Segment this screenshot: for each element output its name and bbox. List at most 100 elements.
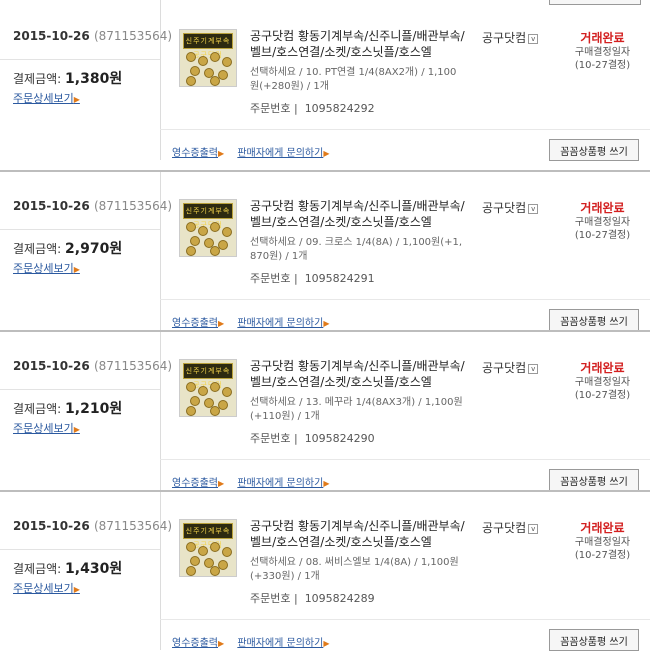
order-date: 2015-10-26 (871153564)	[13, 199, 173, 213]
payment-amount: 결제금액: 1,380원	[13, 71, 123, 87]
right-triangle-icon: ▶	[323, 639, 330, 648]
row-separator	[0, 330, 650, 332]
order-date: 2015-10-26 (871153564)	[13, 519, 173, 533]
action-links: 영수증출력▶ 판매자에게 문의하기▶	[172, 474, 339, 489]
payment-value: 1,380원	[65, 71, 123, 87]
seller-inquiry-link[interactable]: 판매자에게 문의하기	[237, 318, 323, 329]
thumbnail-logo: 신주기계부속 공구닷컴	[183, 523, 233, 549]
product-number: 주문번호 | 1095824290	[250, 432, 375, 445]
order-date: 2015-10-26 (871153564)	[13, 29, 173, 43]
write-review-button[interactable]: 꼼꼼상품평 쓰기	[549, 139, 639, 161]
payment-amount: 결제금액: 1,430원	[13, 561, 123, 577]
order-row: 2015-10-26 (871153564) 결제금액: 1,210원 주문상세…	[0, 330, 650, 491]
status-sub: 구매결정일자	[574, 377, 631, 388]
chevron-down-icon[interactable]: v	[528, 363, 539, 374]
seller-inquiry-link[interactable]: 판매자에게 문의하기	[237, 478, 323, 489]
divider	[0, 389, 160, 390]
payment-amount: 결제금액: 1,210원	[13, 401, 123, 417]
product-number: 주문번호 | 1095824292	[250, 102, 375, 115]
action-links: 영수증출력▶ 판매자에게 문의하기▶	[172, 634, 339, 649]
product-number: 주문번호 | 1095824289	[250, 592, 375, 605]
product-number: 주문번호 | 1095824291	[250, 272, 375, 285]
status-label: 거래완료	[580, 521, 625, 535]
status-label: 거래완료	[580, 361, 625, 375]
row-separator	[0, 170, 650, 172]
right-triangle-icon: ▶	[323, 319, 330, 328]
status-sub: 구매결정일자	[574, 537, 631, 548]
status-label: 거래완료	[580, 201, 625, 215]
divider	[0, 549, 160, 550]
write-review-button[interactable]: 꼼꼼상품평 쓰기	[549, 309, 639, 331]
column-divider	[160, 332, 161, 490]
product-name-link[interactable]: 공구닷컴 황동기계부속/신주니플/배관부속/벨브/호스연결/소켓/호스닛플/호스…	[250, 358, 465, 390]
order-detail-link[interactable]: 주문상세보기▶	[13, 90, 80, 106]
status-date: (10-27결정)	[574, 60, 631, 71]
order-detail-link[interactable]: 주문상세보기▶	[13, 260, 80, 276]
seller-name[interactable]: 공구닷컴 v	[482, 29, 539, 46]
status-date: (10-27결정)	[574, 230, 631, 241]
right-triangle-icon: ▶	[73, 585, 80, 594]
product-option: 선택하세요 / 13. 메꾸라 1/4(8AX3개) / 1,100원(+110…	[250, 397, 463, 422]
payment-value: 1,430원	[65, 561, 123, 577]
order-row: 2015-10-26 (871153564) 결제금액: 2,970원 주문상세…	[0, 170, 650, 331]
seller-name[interactable]: 공구닷컴 v	[482, 359, 539, 376]
product-thumbnail[interactable]: 신주기계부속 공구닷컴	[179, 519, 237, 577]
write-review-button[interactable]: 꼼꼼상품평 쓰기	[549, 469, 639, 491]
receipt-link[interactable]: 영수증출력	[172, 148, 218, 159]
receipt-link[interactable]: 영수증출력	[172, 478, 218, 489]
receipt-link[interactable]: 영수증출력	[172, 318, 218, 329]
product-name-link[interactable]: 공구닷컴 황동기계부속/신주니플/배관부속/벨브/호스연결/소켓/호스닛플/호스…	[250, 28, 465, 60]
status-date: (10-27결정)	[574, 550, 631, 561]
chevron-down-icon[interactable]: v	[528, 203, 539, 214]
receipt-link[interactable]: 영수증출력	[172, 638, 218, 649]
payment-amount: 결제금액: 2,970원	[13, 241, 123, 257]
order-status: 거래완료 구매결정일자 (10-27결정)	[555, 359, 650, 402]
product-name-link[interactable]: 공구닷컴 황동기계부속/신주니플/배관부속/벨브/호스연결/소켓/호스닛플/호스…	[250, 518, 465, 550]
chevron-down-icon[interactable]: v	[528, 523, 539, 534]
right-triangle-icon: ▶	[73, 95, 80, 104]
status-date: (10-27결정)	[574, 390, 631, 401]
thumbnail-logo: 신주기계부속 공구닷컴	[183, 33, 233, 59]
order-status: 거래완료 구매결정일자 (10-27결정)	[555, 29, 650, 72]
product-thumbnail[interactable]: 신주기계부속 공구닷컴	[179, 29, 237, 87]
column-divider	[160, 492, 161, 650]
divider	[0, 59, 160, 60]
product-name-link[interactable]: 공구닷컴 황동기계부속/신주니플/배관부속/벨브/호스연결/소켓/호스닛플/호스…	[250, 198, 465, 230]
status-label: 거래완료	[580, 31, 625, 45]
order-detail-link[interactable]: 주문상세보기▶	[13, 580, 80, 596]
action-divider	[160, 299, 650, 300]
column-divider	[160, 172, 161, 330]
action-links: 영수증출력▶ 판매자에게 문의하기▶	[172, 144, 339, 159]
order-id: (871153564)	[93, 519, 173, 533]
seller-name[interactable]: 공구닷컴 v	[482, 519, 539, 536]
order-id: (871153564)	[93, 29, 173, 43]
product-thumbnail[interactable]: 신주기계부속 공구닷컴	[179, 359, 237, 417]
order-status: 거래완료 구매결정일자 (10-27결정)	[555, 199, 650, 242]
order-detail-link[interactable]: 주문상세보기▶	[13, 420, 80, 436]
product-option: 선택하세요 / 09. 크로스 1/4(8A) / 1,100원(+1,870원…	[250, 237, 463, 262]
seller-inquiry-link[interactable]: 판매자에게 문의하기	[237, 148, 323, 159]
seller-name[interactable]: 공구닷컴 v	[482, 199, 539, 216]
order-status: 거래완료 구매결정일자 (10-27결정)	[555, 519, 650, 562]
right-triangle-icon: ▶	[218, 319, 225, 328]
right-triangle-icon: ▶	[218, 479, 225, 488]
payment-value: 1,210원	[65, 401, 123, 417]
write-review-button[interactable]: 꼼꼼상품평 쓰기	[549, 629, 639, 651]
payment-value: 2,970원	[65, 241, 123, 257]
right-triangle-icon: ▶	[73, 425, 80, 434]
order-row: 2015-10-26 (871153564) 결제금액: 1,380원 주문상세…	[0, 2, 650, 161]
column-divider	[160, 2, 161, 160]
right-triangle-icon: ▶	[323, 479, 330, 488]
product-option: 선택하세요 / 08. 써비스엘보 1/4(8A) / 1,100원(+330원…	[250, 557, 459, 582]
chevron-down-icon[interactable]: v	[528, 33, 539, 44]
action-divider	[160, 619, 650, 620]
product-thumbnail[interactable]: 신주기계부속 공구닷컴	[179, 199, 237, 257]
divider	[0, 229, 160, 230]
row-separator	[0, 490, 650, 492]
order-id: (871153564)	[93, 359, 173, 373]
right-triangle-icon: ▶	[323, 149, 330, 158]
seller-inquiry-link[interactable]: 판매자에게 문의하기	[237, 638, 323, 649]
product-option: 선택하세요 / 10. PT연결 1/4(8AX2개) / 1,100원(+28…	[250, 67, 457, 92]
right-triangle-icon: ▶	[218, 639, 225, 648]
action-divider	[160, 129, 650, 130]
